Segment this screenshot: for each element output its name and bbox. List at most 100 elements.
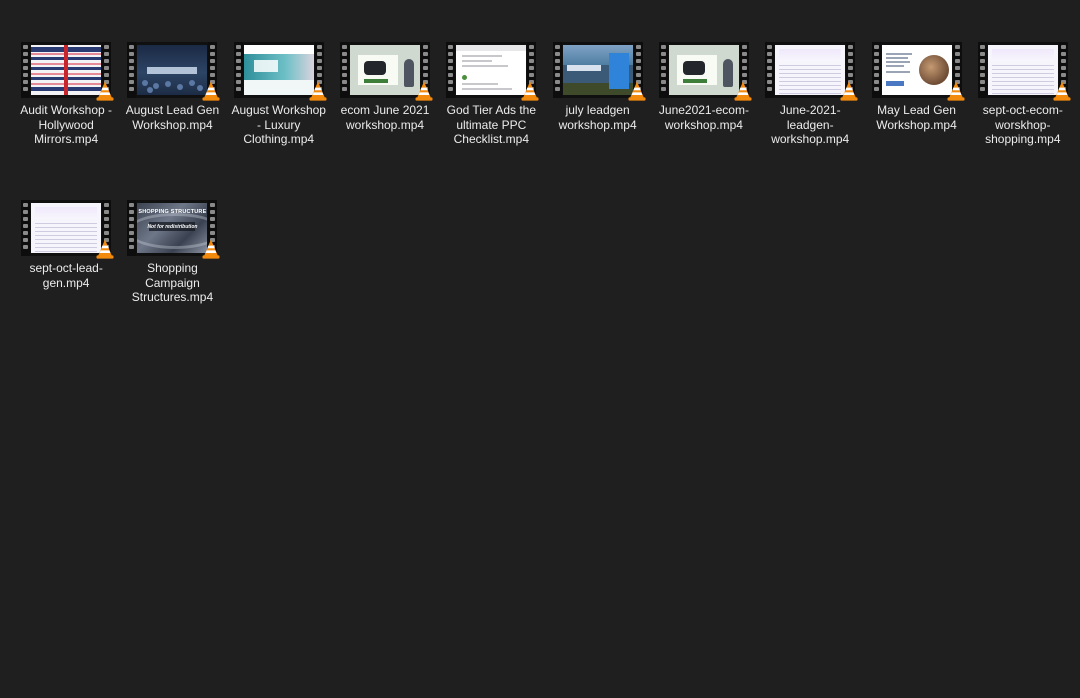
- file-name[interactable]: july leadgen workshop.mp4: [548, 103, 648, 132]
- film-strip-left: [552, 42, 562, 98]
- file-name[interactable]: August Workshop - Luxury Clothing.mp4: [229, 103, 329, 147]
- file-item[interactable]: June2021-ecom-workshop.mp4: [651, 38, 757, 196]
- sprocket-hole: [23, 80, 29, 84]
- thumbnail-detail: [147, 87, 154, 93]
- file-name[interactable]: May Lead Gen Workshop.mp4: [867, 103, 967, 132]
- file-item[interactable]: August Lead Gen Workshop.mp4: [119, 38, 225, 196]
- sprocket-hole: [554, 59, 560, 63]
- sprocket-hole: [210, 217, 216, 221]
- file-item[interactable]: sept-oct-lead-gen.mp4: [13, 196, 119, 354]
- thumbnail-detail: [35, 239, 98, 240]
- video-thumbnail[interactable]: [765, 42, 858, 101]
- film-strip-left: [658, 42, 668, 98]
- video-thumbnail[interactable]: [21, 42, 114, 101]
- sprocket-hole: [316, 73, 322, 77]
- sprocket-hole: [767, 66, 773, 70]
- file-item[interactable]: sept-oct-ecom-worskhop-shopping.mp4: [970, 38, 1076, 196]
- thumbnail-detail: [779, 49, 842, 61]
- video-thumbnail[interactable]: [127, 42, 220, 101]
- video-thumbnail[interactable]: [871, 42, 965, 101]
- video-thumbnail[interactable]: SHOPPING STRUCTURE Not for redistribution: [127, 200, 220, 259]
- sprocket-hole: [235, 45, 241, 49]
- vlc-cone-icon: [734, 81, 752, 101]
- video-thumbnail[interactable]: [552, 42, 646, 101]
- thumbnail-detail: [779, 93, 842, 94]
- sprocket-hole: [342, 52, 348, 56]
- sprocket-hole: [129, 59, 135, 63]
- file-item[interactable]: SHOPPING STRUCTURE Not for redistribution…: [119, 196, 225, 354]
- thumbnail-detail: [991, 85, 1054, 86]
- sprocket-hole: [210, 231, 216, 235]
- file-item[interactable]: Audit Workshop - Hollywood Mirrors.mp4: [13, 38, 119, 196]
- file-item[interactable]: july leadgen workshop.mp4: [544, 38, 650, 196]
- sprocket-hole: [767, 45, 773, 49]
- thumbnail-detail: [462, 55, 503, 57]
- thumbnail-detail: [35, 251, 98, 252]
- thumbnail-detail: [918, 55, 949, 85]
- thumbnail-detail: [165, 81, 172, 87]
- sprocket-hole: [1060, 59, 1066, 63]
- file-name[interactable]: sept-oct-lead-gen.mp4: [16, 261, 116, 290]
- video-frame: SHOPPING STRUCTURE Not for redistribution: [137, 203, 208, 253]
- video-thumbnail[interactable]: [340, 42, 433, 101]
- sprocket-hole: [979, 80, 985, 84]
- file-name[interactable]: June-2021-leadgen-workshop.mp4: [760, 103, 860, 147]
- video-thumbnail[interactable]: [21, 200, 114, 259]
- sprocket-hole: [660, 80, 666, 84]
- sprocket-hole: [554, 66, 560, 70]
- file-item[interactable]: ecom June 2021 workshop.mp4: [332, 38, 438, 196]
- film-strip-left: [127, 200, 137, 256]
- sprocket-hole: [210, 59, 216, 63]
- sprocket-hole: [554, 52, 560, 56]
- file-name[interactable]: Audit Workshop - Hollywood Mirrors.mp4: [16, 103, 116, 147]
- file-name[interactable]: sept-oct-ecom-worskhop-shopping.mp4: [973, 103, 1073, 147]
- sprocket-hole: [741, 73, 747, 77]
- video-thumbnail[interactable]: [233, 42, 327, 101]
- sprocket-hole: [210, 52, 216, 56]
- thumbnail-detail: [142, 80, 149, 86]
- sprocket-hole: [873, 66, 879, 70]
- sprocket-hole: [316, 52, 322, 56]
- thumbnail-detail: [243, 45, 314, 54]
- thumbnail-detail: [885, 57, 908, 59]
- file-name[interactable]: Shopping Campaign Structures.mp4: [122, 261, 222, 305]
- thumbnail-detail: [364, 79, 389, 83]
- file-name[interactable]: June2021-ecom-workshop.mp4: [654, 103, 754, 132]
- video-thumbnail[interactable]: [658, 42, 752, 101]
- file-item[interactable]: God Tier Ads the ultimate PPC Checklist.…: [438, 38, 544, 196]
- file-item[interactable]: August Workshop - Luxury Clothing.mp4: [226, 38, 332, 196]
- sprocket-hole: [342, 80, 348, 84]
- thumbnail-detail: [404, 59, 415, 87]
- sprocket-hole: [1060, 73, 1066, 77]
- video-thumbnail[interactable]: [977, 42, 1071, 101]
- sprocket-hole: [554, 73, 560, 77]
- sprocket-hole: [23, 231, 29, 235]
- vlc-cone-icon: [1053, 81, 1071, 101]
- sprocket-hole: [848, 59, 854, 63]
- sprocket-hole: [129, 210, 135, 214]
- sprocket-hole: [316, 66, 322, 70]
- file-name[interactable]: God Tier Ads the ultimate PPC Checklist.…: [441, 103, 541, 147]
- video-thumbnail[interactable]: [446, 42, 539, 101]
- sprocket-hole: [448, 87, 454, 91]
- sprocket-hole: [660, 52, 666, 56]
- sprocket-hole: [129, 45, 135, 49]
- sprocket-hole: [235, 52, 241, 56]
- sprocket-hole: [23, 66, 29, 70]
- sprocket-hole: [129, 231, 135, 235]
- film-strip-left: [977, 42, 987, 98]
- file-item[interactable]: June-2021-leadgen-workshop.mp4: [757, 38, 863, 196]
- sprocket-hole: [342, 66, 348, 70]
- vlc-cone-icon: [521, 81, 539, 101]
- file-name[interactable]: August Lead Gen Workshop.mp4: [122, 103, 222, 132]
- sprocket-hole: [448, 52, 454, 56]
- thumbnail-detail: [885, 81, 904, 86]
- sprocket-hole: [316, 45, 322, 49]
- file-name[interactable]: ecom June 2021 workshop.mp4: [335, 103, 435, 132]
- sprocket-hole: [635, 73, 641, 77]
- sprocket-hole: [210, 66, 216, 70]
- sprocket-hole: [129, 52, 135, 56]
- sprocket-hole: [741, 45, 747, 49]
- file-item[interactable]: May Lead Gen Workshop.mp4: [863, 38, 969, 196]
- sprocket-hole: [660, 87, 666, 91]
